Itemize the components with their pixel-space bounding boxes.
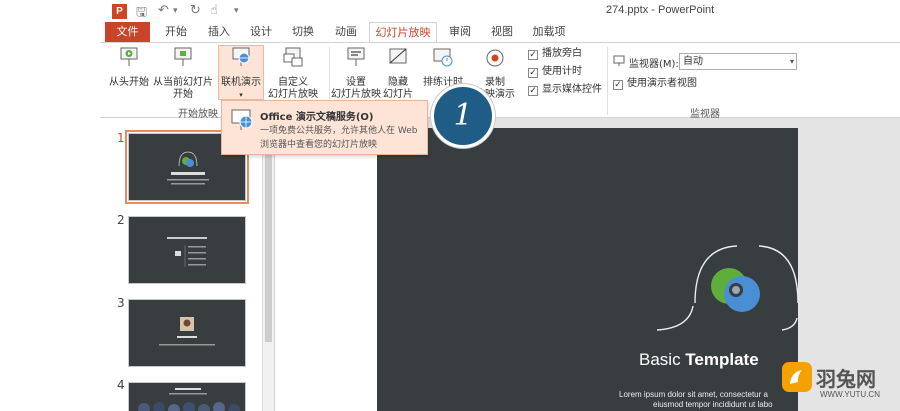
from-beginning-button[interactable]: 从头开始 [107, 46, 151, 89]
tab-transitions[interactable]: 切换 [287, 22, 319, 42]
checkmark-icon: ✓ [528, 86, 538, 96]
monitor-icon [613, 55, 625, 66]
play-narrations-checkbox[interactable]: ✓ 播放旁白 [528, 47, 582, 61]
monitor-select[interactable]: 自动 ▾ [679, 53, 797, 70]
rehearse-timer-icon [433, 48, 453, 67]
present-online-globe-icon [231, 109, 253, 130]
slide-2-preview [167, 237, 207, 267]
slide-3-preview [159, 317, 215, 346]
tab-animations[interactable]: 动画 [330, 22, 362, 42]
presenter-view-checkbox[interactable]: ✓ 使用演示者视图 [613, 77, 697, 91]
undo-dropdown-icon[interactable]: ▾ [173, 6, 178, 16]
present-online-icon [232, 47, 250, 66]
ribbon: 从头开始 从当前幻灯片 开始 联机演示 ▾ 自定义 幻灯片放映 设置 幻灯片放映… [100, 42, 900, 120]
rehearse-timings-button[interactable]: 排练计时 [420, 46, 466, 89]
slide-number: 4 [117, 378, 125, 392]
menu-item-description: 一项免费公共服务，允许其他人在 Web 浏览器中查看您的幻灯片放映 [260, 126, 418, 150]
tab-slide-show[interactable]: 幻灯片放映 [369, 22, 437, 43]
slide-thumbnail[interactable] [128, 382, 246, 411]
from-current-label-2: 开始 [173, 89, 193, 100]
slide-number: 3 [117, 296, 125, 310]
powerpoint-logo-icon: P [112, 4, 127, 19]
custom-show-icon [283, 47, 303, 67]
tab-home[interactable]: 开始 [160, 22, 192, 42]
undo-icon[interactable]: ↶ [158, 3, 169, 18]
custom-show-label-1: 自定义 [278, 77, 308, 88]
presenter-view-label: 使用演示者视图 [627, 78, 697, 89]
monitor-label: 监视器(M): [629, 59, 679, 70]
screen-play-icon [120, 47, 138, 66]
monitor-select-value: 自动 [683, 56, 703, 67]
setup-label-1: 设置 [346, 77, 366, 88]
from-beginning-label: 从头开始 [109, 77, 149, 88]
tab-insert[interactable]: 插入 [203, 22, 235, 42]
slide-thumbnail[interactable] [128, 299, 246, 367]
screen-play-current-icon [174, 47, 192, 66]
office-presentation-service-menu-item[interactable]: Office 演示文稿服务(O) 一项免费公共服务，允许其他人在 Web 浏览器… [221, 100, 428, 155]
tab-addins[interactable]: 加载项 [530, 22, 568, 42]
use-timings-checkbox[interactable]: ✓ 使用计时 [528, 65, 582, 79]
setup-slide-show-button[interactable]: 设置 幻灯片放映 [330, 46, 382, 101]
watermark-brand: 羽兔网 [816, 369, 876, 391]
checkmark-icon: ✓ [528, 68, 538, 78]
editor-canvas-margin [274, 118, 377, 411]
slide-thumbnail[interactable] [128, 216, 246, 284]
slide-title-light: Basic [639, 350, 686, 369]
present-online-label: 联机演示 [221, 77, 261, 88]
thumbnails-scrollbar[interactable] [262, 118, 274, 411]
show-media-controls-checkbox[interactable]: ✓ 显示媒体控件 [528, 83, 602, 97]
tab-design[interactable]: 设计 [245, 22, 277, 42]
watermark-url: WWW.YUTU.CN [820, 390, 880, 399]
slide-body-text[interactable]: Lorem ipsum dolor sit amet, consectetur … [619, 390, 798, 410]
slide-body-line: Lorem ipsum dolor sit amet, consectetur … [619, 390, 768, 399]
menu-item-title: Office 演示文稿服务(O) [260, 112, 374, 123]
touch-mode-icon[interactable]: ☝ [210, 3, 218, 18]
chevron-down-icon: ▾ [789, 57, 794, 66]
show-media-controls-label: 显示媒体控件 [542, 84, 602, 95]
setup-show-icon [347, 47, 365, 66]
title-bar: P 🖫 ↶ ▾ ↻ ☝ ▾ 274.pptx - PowerPoint [0, 0, 900, 22]
step-number-callout: 1 [431, 84, 495, 148]
document-title: 274.pptx - PowerPoint [606, 4, 715, 16]
slide-number: 2 [117, 213, 125, 227]
hide-label-1: 隐藏 [388, 77, 408, 88]
hide-slide-icon [389, 48, 407, 64]
hide-slide-button[interactable]: 隐藏 幻灯片 [382, 46, 414, 101]
redo-icon[interactable]: ↻ [190, 3, 201, 18]
tab-file[interactable]: 文件 [105, 22, 150, 42]
custom-slide-show-button[interactable]: 自定义 幻灯片放映 [262, 46, 324, 101]
yutu-logo-icon [782, 362, 812, 392]
slide-title-bold: Template [685, 350, 759, 369]
present-online-button[interactable]: 联机演示 ▾ [218, 45, 264, 100]
record-icon [486, 49, 504, 67]
slide-number: 1 [117, 131, 125, 145]
use-timings-label: 使用计时 [542, 66, 582, 77]
checkmark-icon: ✓ [613, 80, 623, 90]
slide-4-preview [138, 388, 240, 411]
customize-qat-icon[interactable]: ▾ [234, 6, 239, 16]
ribbon-separator [607, 47, 608, 115]
from-current-slide-button[interactable]: 从当前幻灯片 开始 [152, 46, 214, 101]
scrollbar-thumb[interactable] [265, 132, 272, 342]
slide-canvas[interactable]: Basic Template Lorem ipsum dolor sit ame… [377, 128, 798, 411]
ribbon-tabs: 文件 开始 插入 设计 切换 动画 幻灯片放映 审阅 视图 加载项 [0, 22, 900, 43]
tab-review[interactable]: 审阅 [444, 22, 476, 42]
play-narrations-label: 播放旁白 [542, 48, 582, 59]
slide-body-line: eiusmod tempor incididunt ut labo [653, 400, 773, 409]
slide-title[interactable]: Basic Template [639, 350, 759, 370]
checkmark-icon: ✓ [528, 50, 538, 60]
tab-view[interactable]: 视图 [486, 22, 518, 42]
from-current-label-1: 从当前幻灯片 [153, 77, 213, 88]
